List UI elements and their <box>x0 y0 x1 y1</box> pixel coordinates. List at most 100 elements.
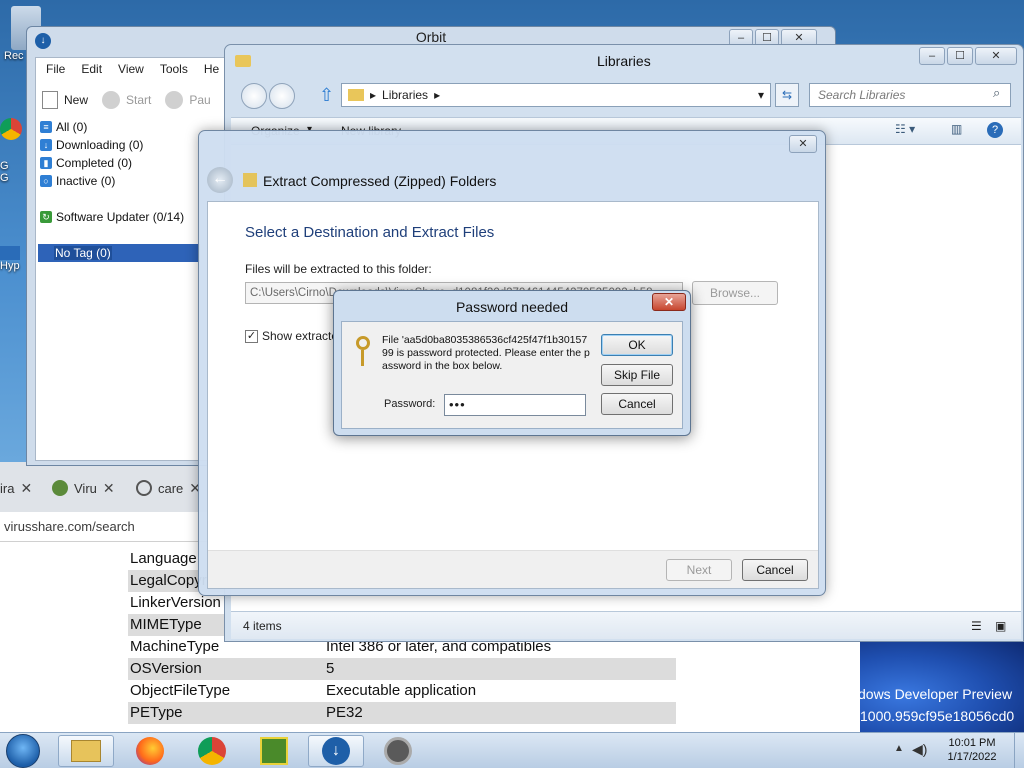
dialog-title: Extract Compressed (Zipped) Folders <box>263 173 497 189</box>
sidebar-item-completed[interactable]: ▮ Completed (0) <box>38 154 206 172</box>
refresh-icon[interactable]: ⇆ <box>775 83 799 107</box>
taskbar-media[interactable] <box>370 735 426 767</box>
item-count: 4 items <box>243 619 282 633</box>
close-button[interactable]: ✕ <box>975 47 1017 65</box>
clock-time: 10:01 PM <box>948 737 996 749</box>
sidebar-item-downloading[interactable]: ↓ Downloading (0) <box>38 136 206 154</box>
start-button[interactable]: Start <box>126 93 151 107</box>
property-value: 5 <box>324 658 676 680</box>
menu-view[interactable]: View <box>118 62 144 76</box>
new-icon <box>42 91 58 109</box>
view-options-icon[interactable]: ☷ ▾ <box>895 122 915 136</box>
speaker-icon[interactable]: ◀) <box>912 741 927 758</box>
wizard-footer: Next Cancel <box>208 550 818 588</box>
chevron-down-icon[interactable]: ▾ <box>758 88 764 102</box>
property-key: ObjectFileType <box>130 682 231 699</box>
show-hidden-icons-icon[interactable]: ▲ <box>894 743 904 754</box>
sidebar-item-software-updater[interactable]: ↻ Software Updater (0/14) <box>38 208 206 226</box>
property-value: PE32 <box>324 702 676 724</box>
preview-pane-icon[interactable]: ▥ <box>951 122 962 136</box>
sidebar-item-label: Software Updater (0/14) <box>56 210 185 224</box>
show-desktop-button[interactable] <box>1014 733 1024 768</box>
download-icon: ↓ <box>40 139 52 151</box>
next-button[interactable]: Next <box>666 559 732 581</box>
pause-button[interactable]: Pau <box>189 93 210 107</box>
updater-icon: ↻ <box>40 211 52 223</box>
close-icon[interactable]: ✕ <box>103 480 115 497</box>
taskbar-explorer[interactable] <box>58 735 114 767</box>
close-button[interactable]: ✕ <box>789 135 817 153</box>
sidebar-item-label: Downloading (0) <box>56 138 144 152</box>
menu-help[interactable]: He <box>204 62 219 76</box>
tab-label: Viru <box>74 480 97 496</box>
forward-button[interactable] <box>269 83 295 109</box>
skip-file-button[interactable]: Skip File <box>601 364 673 386</box>
libraries-caption-buttons: – ☐ ✕ <box>919 47 1017 65</box>
large-icons-view-icon[interactable]: ▣ <box>995 612 1006 640</box>
sidebar-item-no-tag[interactable]: No Tag (0) <box>38 244 200 262</box>
show-files-checkbox[interactable]: ✓ <box>245 330 258 343</box>
search-icon: ⌕ <box>993 85 1001 100</box>
green-app-icon <box>260 737 288 765</box>
menu-bar: File Edit View Tools He <box>46 62 219 76</box>
table-row: PEType PE32 <box>128 702 676 724</box>
details-view-icon[interactable]: ☰ <box>971 612 982 640</box>
tab-label: ira <box>0 480 15 496</box>
password-message: File 'aa5d0ba8035386536cf425f47f1b301579… <box>382 334 590 372</box>
new-button[interactable]: New <box>64 93 88 107</box>
back-button[interactable] <box>241 83 267 109</box>
show-files-label: Show extracte <box>262 329 339 343</box>
taskbar-firefox[interactable] <box>122 735 178 767</box>
browse-button[interactable]: Browse... <box>692 281 778 305</box>
inactive-icon: ○ <box>40 175 52 187</box>
clock-date: 1/17/2022 <box>947 751 997 763</box>
browser-tab[interactable]: Viru ✕ <box>52 474 115 502</box>
ok-button[interactable]: OK <box>601 334 673 356</box>
close-icon[interactable]: ✕ <box>20 480 32 497</box>
browser-tab[interactable]: ira ✕ <box>0 474 32 502</box>
biohazard-icon <box>52 480 68 496</box>
destination-label: Files will be extracted to this folder: <box>245 262 432 276</box>
breadcrumb[interactable]: Libraries <box>382 88 428 102</box>
sidebar-item-inactive[interactable]: ○ Inactive (0) <box>38 172 206 190</box>
taskbar-app[interactable] <box>246 735 302 767</box>
up-arrow-icon[interactable]: ⇧ <box>319 85 334 106</box>
sidebar-item-label: Completed (0) <box>56 156 133 170</box>
address-bar[interactable]: ▸ Libraries ▸ ▾ <box>341 83 771 107</box>
search-input[interactable]: Search Libraries <box>809 83 1011 107</box>
completed-icon: ▮ <box>40 157 52 169</box>
watermark-line2: 1000.959cf95e18056cd0 <box>860 708 1015 724</box>
desktop-icon-chrome[interactable]: G G <box>0 118 26 184</box>
hyper-icon <box>0 246 20 260</box>
globe-icon <box>136 480 152 496</box>
cancel-button[interactable]: Cancel <box>742 559 808 581</box>
back-arrow-icon[interactable]: ← <box>207 167 233 193</box>
taskbar-orbit[interactable]: ↓ <box>308 735 364 767</box>
list-icon: ≡ <box>40 121 52 133</box>
watermark-line1: dows Developer Preview <box>858 686 1013 702</box>
window-title: Orbit <box>415 29 447 45</box>
pause-icon <box>165 91 184 109</box>
status-bar: 4 items ☰ ▣ <box>231 611 1021 639</box>
menu-edit[interactable]: Edit <box>81 62 102 76</box>
browser-tab[interactable]: care ✕ <box>136 474 201 502</box>
password-label: Password: <box>384 398 436 410</box>
sidebar-item-all[interactable]: ≡ All (0) <box>38 118 206 136</box>
start-button[interactable] <box>6 734 40 768</box>
table-row: ObjectFileType Executable application <box>128 680 676 702</box>
menu-tools[interactable]: Tools <box>160 62 188 76</box>
maximize-button[interactable]: ☐ <box>947 47 973 65</box>
close-button[interactable]: ✕ <box>652 293 686 311</box>
wizard-heading: Select a Destination and Extract Files <box>245 224 495 241</box>
help-icon[interactable]: ? <box>987 122 1003 138</box>
sidebar-item-label: Inactive (0) <box>56 174 116 188</box>
minimize-button[interactable]: – <box>919 47 945 65</box>
sidebar-item-label: No Tag (0) <box>54 246 112 260</box>
cancel-button[interactable]: Cancel <box>601 393 673 415</box>
password-input[interactable]: ••• <box>444 394 586 416</box>
taskbar-chrome[interactable] <box>184 735 240 767</box>
system-clock[interactable]: 10:01 PM 1/17/2022 <box>932 736 1012 764</box>
menu-file[interactable]: File <box>46 62 65 76</box>
window-title: Libraries <box>597 53 651 69</box>
property-key: OSVersion <box>128 658 324 680</box>
